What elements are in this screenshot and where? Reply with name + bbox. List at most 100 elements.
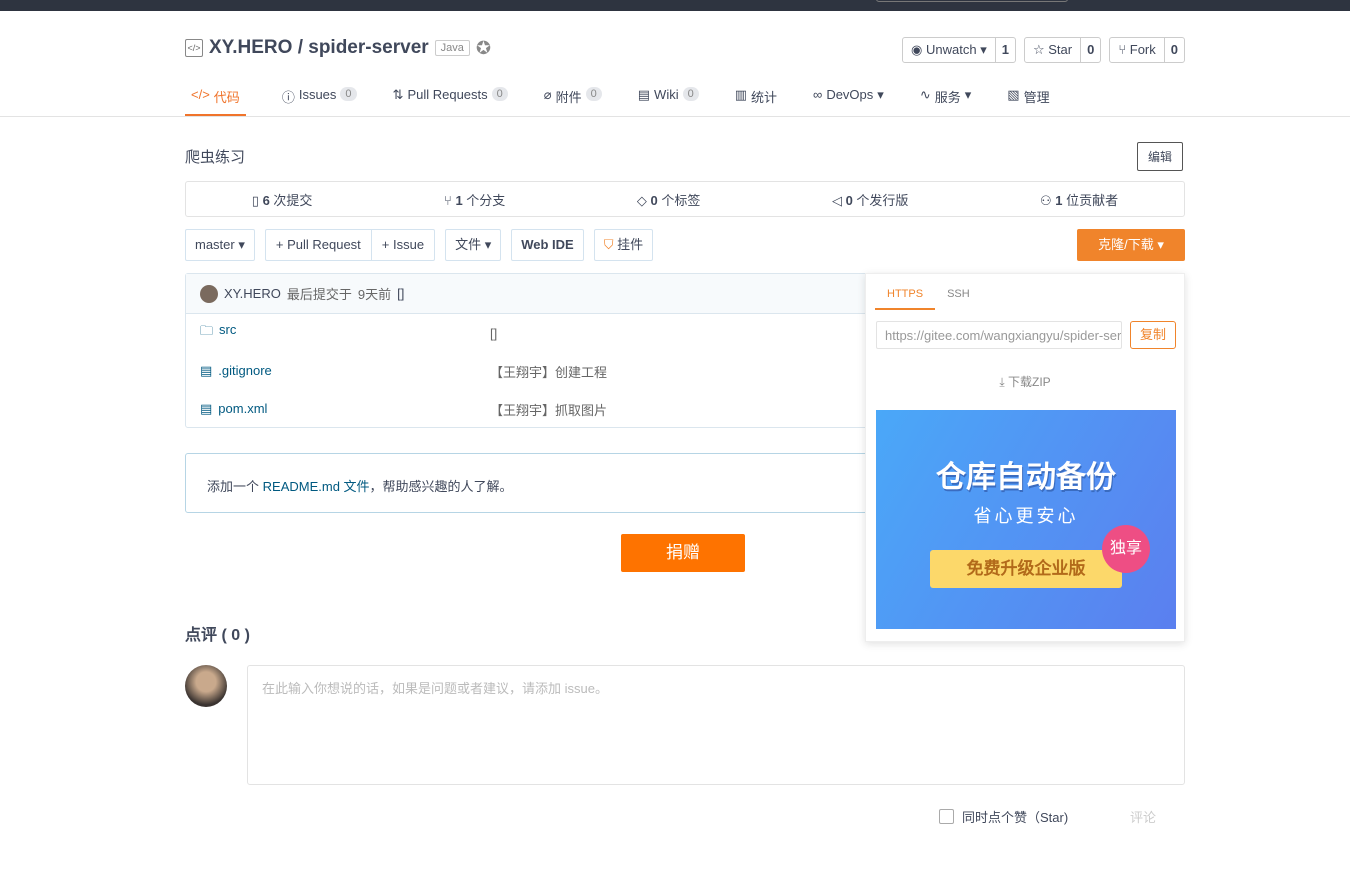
repo-name[interactable]: XY.HERO / spider-server (209, 37, 429, 59)
comment-input[interactable]: 在此输入你想说的话，如果是问题或者建议，请添加 issue。 (247, 665, 1185, 785)
commit-text: 最后提交于 (286, 287, 352, 302)
donate-button[interactable]: 捐赠 (621, 534, 745, 572)
stat-tags[interactable]: ◇ 0 个标签 (637, 190, 701, 209)
tab-count: 0 (682, 87, 699, 101)
tag-icon: ◇ (636, 192, 647, 208)
download-zip-button[interactable]: ⤓ 下载ZIP (866, 373, 1184, 390)
web-ide-button[interactable]: Web IDE (511, 229, 584, 261)
readme-link[interactable]: README.md 文件 (263, 479, 370, 494)
branch-select[interactable]: master ▾ (185, 229, 255, 261)
tab-stats[interactable]: ▥ 统计 (735, 82, 777, 117)
contributors-icon: ⚇ (1040, 192, 1052, 208)
submit-comment-button[interactable]: 评论 (1130, 807, 1156, 826)
checkbox[interactable] (939, 809, 954, 824)
code-repo-icon: </> (185, 39, 203, 57)
tab-code[interactable]: </> 代码 (185, 82, 246, 117)
stat-commits[interactable]: ▯ 6 次提交 (252, 190, 313, 209)
tab-ssh[interactable]: SSH (935, 274, 982, 310)
download-icon: ⤓ (999, 375, 1005, 389)
clone-dropdown: HTTPS SSH https://gitee.com/wangxiangyu/s… (865, 273, 1185, 642)
top-navbar (0, 0, 1350, 11)
bar-chart-icon: ▥ (734, 87, 748, 102)
nav-divider (0, 116, 1350, 117)
tab-devops[interactable]: ∞ DevOps ▾ (813, 82, 884, 117)
tab-issues[interactable]: ⓘ Issues 0 (282, 82, 357, 117)
repo-title: </> XY.HERO / spider-server Java ✪ (185, 37, 491, 59)
edit-button[interactable]: 编辑 (1137, 142, 1184, 171)
tab-count: 0 (491, 87, 508, 101)
user-avatar (185, 665, 227, 707)
repo-toolbar: master ▾ + Pull Request + Issue 文件 ▾ Web … (185, 229, 654, 261)
tab-https[interactable]: HTTPS (875, 274, 936, 310)
watch-count[interactable]: 1 (994, 38, 1015, 62)
create-group: + Pull Request + Issue (264, 229, 436, 261)
repo-description: 爬虫练习 (185, 149, 246, 166)
fork-button[interactable]: ⑂ Fork 0 (1109, 37, 1185, 63)
book-icon: ▤ (637, 87, 651, 102)
tab-label: 管理 (1023, 90, 1050, 105)
paperclip-icon: ⌀ (543, 87, 552, 102)
stat-branches[interactable]: ⑂ 1 个分支 (444, 190, 505, 209)
pull-request-icon: ⇅ (392, 87, 404, 102)
stat-releases[interactable]: ◁ 0 个发行版 (832, 190, 909, 209)
repo-stats: ▯ 6 次提交 ⑂ 1 个分支 ◇ 0 个标签 ◁ 0 个发行版 ⚇ 1 位贡献… (185, 181, 1185, 217)
fork-label: Fork (1129, 42, 1156, 57)
tab-label: Wiki (654, 87, 679, 102)
tab-attachments[interactable]: ⌀ 附件 0 (544, 82, 602, 117)
file-commit-message[interactable]: [] (490, 326, 497, 341)
folder-icon: 🗀 (200, 323, 214, 338)
tab-label: 统计 (751, 90, 778, 105)
ad-subtitle: 省心更安心 (973, 506, 1079, 526)
star-label: Star (1048, 42, 1073, 57)
commit-hash[interactable]: [] (397, 286, 404, 301)
files-dropdown[interactable]: 文件 ▾ (445, 229, 502, 261)
commit-author[interactable]: XY.HERO (224, 286, 281, 301)
tab-label: Pull Requests (407, 87, 488, 102)
stat-contributors[interactable]: ⚇ 1 位贡献者 (1040, 190, 1118, 209)
pendant-button[interactable]: ⛉ 挂件 (593, 229, 654, 261)
watch-label: Unwatch (926, 42, 977, 57)
comments-heading: 点评 ( 0 ) (185, 627, 250, 644)
repo-actions: ◉ Unwatch ▾ 1 ☆ Star 0 ⑂ Fork 0 (902, 37, 1185, 63)
fork-icon: ⑂ (1118, 42, 1127, 57)
avatar[interactable] (200, 284, 218, 303)
branch-icon: ⑂ (444, 192, 452, 208)
fork-count[interactable]: 0 (1163, 38, 1184, 62)
tab-label: 服务 (934, 90, 961, 105)
star-checkbox-label: 同时点个赞（Star) (962, 810, 1069, 825)
tab-label: 代码 (213, 90, 240, 105)
tab-wiki[interactable]: ▤ Wiki 0 (638, 82, 699, 117)
tab-services[interactable]: ∿ 服务 ▾ (920, 82, 971, 117)
star-button[interactable]: ☆ Star 0 (1023, 37, 1102, 63)
watch-button[interactable]: ◉ Unwatch ▾ 1 (902, 37, 1016, 63)
code-icon: </> (191, 87, 210, 102)
tab-count: 0 (340, 87, 357, 101)
bookmark-icon: ⛉ (603, 237, 614, 252)
tab-count: 0 (585, 87, 602, 101)
tab-manage[interactable]: ▧ 管理 (1007, 82, 1049, 117)
file-commit-message[interactable]: 【王翔宇】抓取图片 (490, 400, 607, 419)
star-checkbox[interactable]: 同时点个赞（Star) (939, 807, 1068, 826)
file-commit-message[interactable]: 【王翔宇】创建工程 (490, 362, 607, 381)
file-name[interactable]: .gitignore (218, 363, 271, 379)
language-badge[interactable]: Java (434, 40, 470, 56)
ad-banner[interactable]: 仓库自动备份 省心更安心 免费升级企业版 独享 (876, 410, 1176, 629)
ad-cta[interactable]: 免费升级企业版 (930, 550, 1122, 588)
pulse-icon: ∿ (919, 87, 931, 102)
file-name[interactable]: pom.xml (218, 401, 267, 417)
clone-download-button[interactable]: 克隆/下载 ▾ (1077, 229, 1185, 261)
clone-url-input[interactable]: https://gitee.com/wangxiangyu/spider-ser… (876, 321, 1122, 349)
file-icon: ▤ (200, 363, 213, 378)
copy-button[interactable]: 复制 (1130, 321, 1176, 349)
star-icon: ☆ (1032, 42, 1045, 57)
new-pull-request-button[interactable]: + Pull Request (266, 230, 371, 260)
repo-nav: </> 代码 ⓘ Issues 0 ⇅ Pull Requests 0 ⌀ 附件 0 ▤ Wik… (185, 82, 1086, 117)
tab-label: DevOps (826, 87, 874, 102)
new-issue-button[interactable]: + Issue (370, 230, 434, 260)
file-icon: ▤ (200, 401, 213, 416)
search-input[interactable] (876, 0, 1068, 2)
star-count[interactable]: 0 (1080, 38, 1100, 62)
tab-pull-requests[interactable]: ⇅ Pull Requests 0 (393, 82, 508, 117)
file-name[interactable]: src (219, 322, 236, 344)
ad-tag: 独享 (1102, 525, 1150, 573)
